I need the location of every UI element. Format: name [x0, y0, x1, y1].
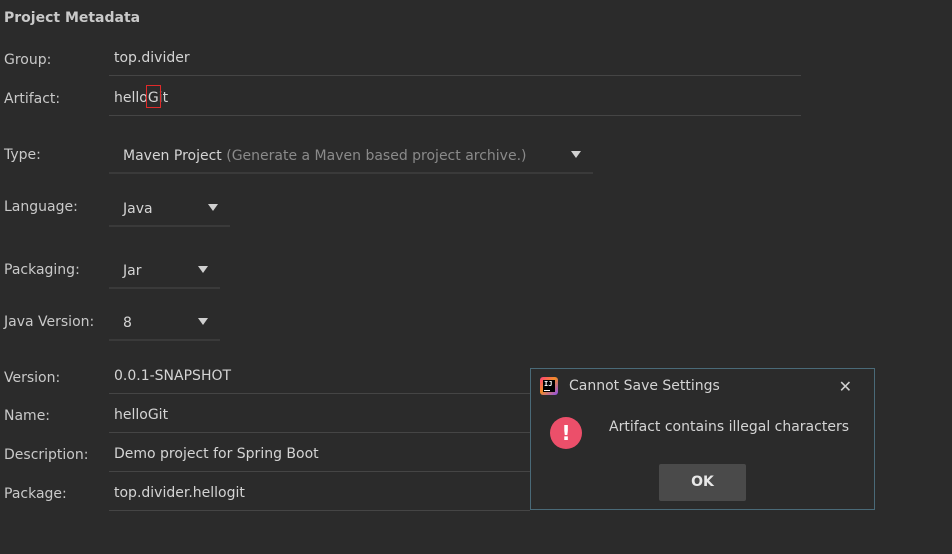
package-label: Package:	[4, 486, 67, 502]
chevron-down-icon	[198, 318, 208, 325]
ok-button[interactable]: OK	[659, 464, 746, 501]
language-dropdown[interactable]: Java	[109, 191, 230, 227]
group-field[interactable]: top.divider	[109, 44, 801, 76]
dialog-message: Artifact contains illegal characters	[609, 419, 849, 435]
package-value: top.divider.hellogit	[114, 485, 245, 501]
java-version-value: 8	[123, 315, 132, 331]
dialog-title: Cannot Save Settings	[569, 378, 720, 394]
group-label: Group:	[4, 52, 52, 68]
name-label: Name:	[4, 408, 51, 424]
dialog-header[interactable]: IJ Cannot Save Settings ✕	[531, 369, 874, 403]
error-icon: !	[550, 417, 582, 449]
packaging-dropdown[interactable]: Jar	[109, 253, 220, 289]
type-selected: Maven Project	[123, 148, 222, 164]
type-hint: (Generate a Maven based project archive.…	[226, 148, 527, 164]
intellij-icon: IJ	[540, 377, 558, 395]
java-version-dropdown[interactable]: 8	[109, 305, 220, 341]
chevron-down-icon	[208, 204, 218, 211]
type-value: Maven Project (Generate a Maven based pr…	[123, 148, 527, 164]
artifact-field[interactable]: helloGit	[109, 84, 801, 116]
version-field[interactable]: 0.0.1-SNAPSHOT	[109, 362, 530, 394]
packaging-label: Packaging:	[4, 262, 80, 278]
project-metadata-page: Project Metadata Group: top.divider Arti…	[0, 0, 952, 554]
java-version-label: Java Version:	[4, 314, 95, 330]
language-value: Java	[123, 201, 153, 217]
description-field[interactable]: Demo project for Spring Boot	[109, 440, 530, 472]
group-value: top.divider	[114, 50, 190, 66]
name-field[interactable]: helloGit	[109, 401, 530, 433]
type-dropdown[interactable]: Maven Project (Generate a Maven based pr…	[109, 138, 593, 174]
packaging-value: Jar	[123, 263, 142, 279]
chevron-down-icon	[571, 151, 581, 158]
illegal-character-highlight	[146, 85, 161, 108]
section-title: Project Metadata	[4, 10, 141, 26]
package-field[interactable]: top.divider.hellogit	[109, 479, 530, 511]
version-value: 0.0.1-SNAPSHOT	[114, 368, 232, 384]
version-label: Version:	[4, 370, 61, 386]
artifact-label: Artifact:	[4, 91, 61, 107]
chevron-down-icon	[198, 266, 208, 273]
description-value: Demo project for Spring Boot	[114, 446, 319, 462]
close-icon[interactable]: ✕	[839, 377, 852, 396]
type-label: Type:	[4, 147, 41, 163]
cannot-save-settings-dialog: IJ Cannot Save Settings ✕ ! Artifact con…	[530, 368, 875, 510]
language-label: Language:	[4, 199, 78, 215]
description-label: Description:	[4, 447, 89, 463]
name-value: helloGit	[114, 407, 169, 423]
